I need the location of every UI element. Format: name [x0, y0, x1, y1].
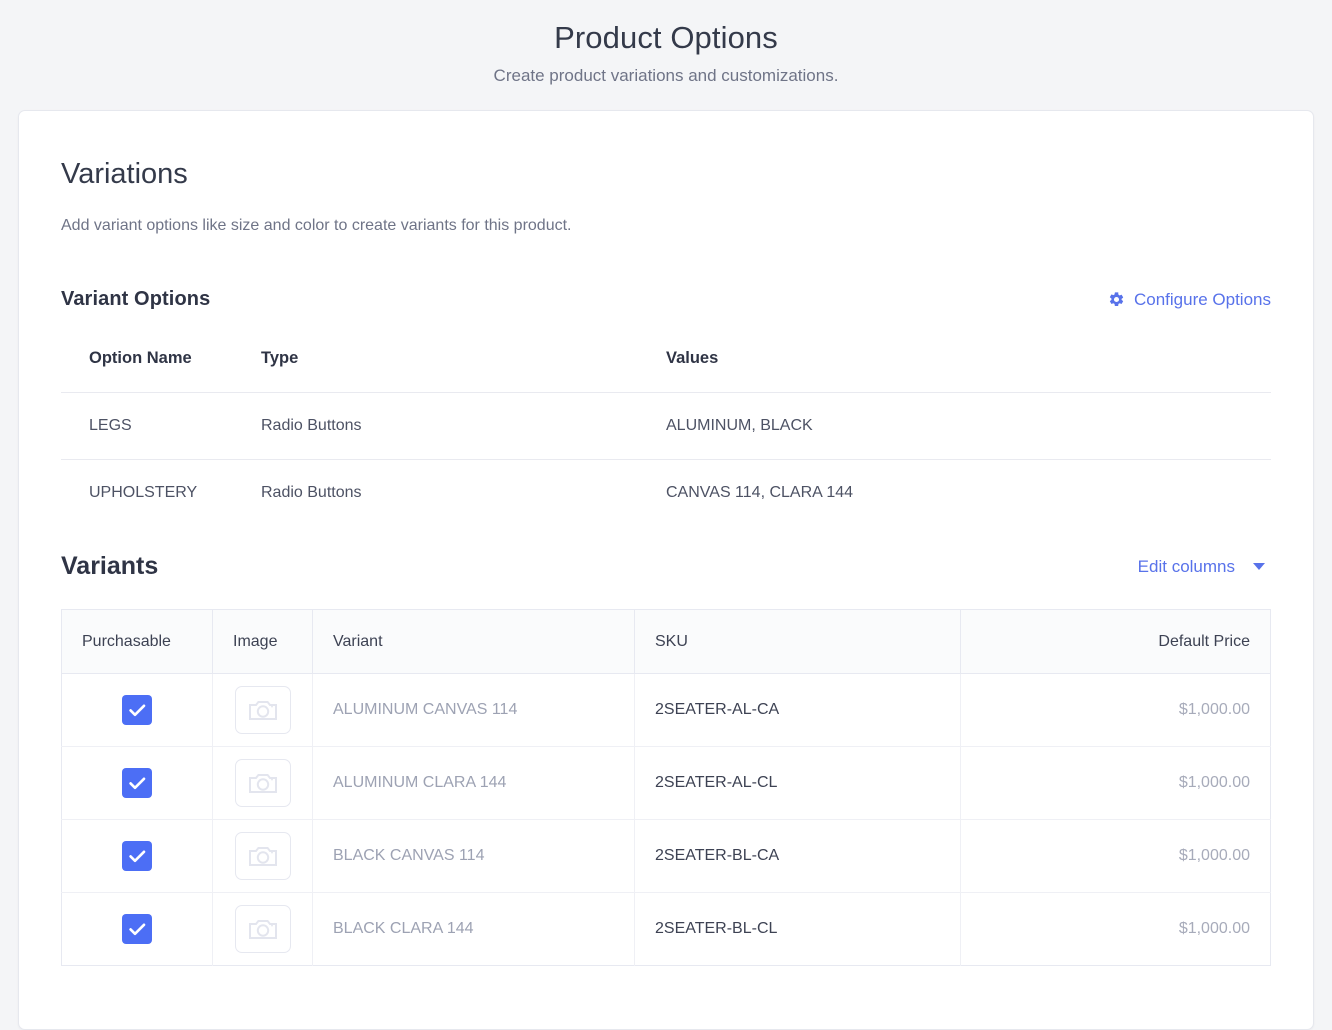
option-name: LEGS — [61, 392, 261, 460]
variant-options-header: Variant Options Configure Options — [61, 288, 1271, 311]
edit-columns-label: Edit columns — [1137, 556, 1235, 576]
variants-col-image: Image — [212, 609, 313, 674]
variant-price: $1,000.00 — [960, 819, 1271, 893]
options-col-type: Type — [261, 349, 666, 393]
variant-price: $1,000.00 — [960, 673, 1271, 747]
variant-name: BLACK CLARA 144 — [312, 892, 635, 966]
purchasable-checkbox[interactable] — [122, 695, 152, 725]
purchasable-cell — [61, 819, 213, 893]
purchasable-checkbox[interactable] — [122, 841, 152, 871]
purchasable-cell — [61, 673, 213, 747]
option-type: Radio Buttons — [261, 392, 666, 460]
option-values: ALUMINUM, BLACK — [666, 392, 1271, 460]
table-row[interactable]: BLACK CLARA 144 2SEATER-BL-CL $1,000.00 — [61, 892, 1271, 966]
camera-icon[interactable] — [234, 832, 291, 880]
image-cell — [212, 746, 313, 820]
variants-table: Purchasable Image Variant SKU Default Pr… — [61, 609, 1271, 966]
purchasable-checkbox[interactable] — [122, 768, 152, 798]
section-description: Add variant options like size and color … — [61, 217, 572, 234]
table-row[interactable]: BLACK CANVAS 114 2SEATER-BL-CA $1,000.00 — [61, 819, 1271, 893]
variants-col-variant: Variant — [312, 609, 635, 674]
page-title: Product Options — [554, 20, 778, 55]
variant-price: $1,000.00 — [1178, 920, 1250, 937]
variant-name: BLACK CANVAS 114 — [312, 819, 635, 893]
purchasable-checkbox[interactable] — [122, 914, 152, 944]
variants-header: Variants Edit columns — [61, 552, 1271, 581]
variant-name: ALUMINUM CANVAS 114 — [312, 673, 635, 747]
table-row[interactable]: ALUMINUM CANVAS 114 2SEATER-AL-CA $1,000… — [61, 673, 1271, 747]
variants-title: Variants — [61, 552, 159, 580]
variants-col-default-price: Default Price — [960, 609, 1271, 674]
image-cell — [212, 892, 313, 966]
options-col-option-name: Option Name — [61, 349, 261, 393]
variants-col-sku: SKU — [634, 609, 961, 674]
table-row[interactable]: UPHOLSTERY Radio Buttons CANVAS 114, CLA… — [61, 460, 1271, 527]
image-cell — [212, 819, 313, 893]
variant-price: $1,000.00 — [960, 746, 1271, 820]
variant-options-table: Option Name Type Values LEGS Radio Butto… — [61, 349, 1271, 526]
camera-icon[interactable] — [234, 686, 291, 734]
page-subtitle: Create product variations and customizat… — [493, 66, 839, 85]
option-type: Radio Buttons — [261, 484, 362, 501]
variants-header-row: Purchasable Image Variant SKU Default Pr… — [61, 609, 1271, 674]
variant-options-title: Variant Options — [61, 288, 211, 310]
options-header-row: Option Name Type Values — [61, 349, 1271, 393]
configure-options-button[interactable]: Configure Options — [1108, 289, 1271, 311]
configure-options-label: Configure Options — [1133, 289, 1271, 309]
purchasable-cell — [61, 746, 213, 820]
edit-columns-dropdown[interactable]: Edit columns — [1138, 556, 1271, 578]
options-col-values: Values — [666, 349, 1271, 393]
variant-sku: 2SEATER-AL-CL — [634, 746, 961, 820]
table-row[interactable]: LEGS Radio Buttons ALUMINUM, BLACK — [61, 392, 1271, 460]
variant-name: ALUMINUM CLARA 144 — [312, 746, 635, 820]
variants-col-purchasable: Purchasable — [61, 609, 213, 674]
variants-table-body: ALUMINUM CANVAS 114 2SEATER-AL-CA $1,000… — [61, 673, 1271, 966]
chevron-down-icon — [1253, 563, 1265, 570]
option-name: UPHOLSTERY — [89, 484, 198, 501]
variant-sku: 2SEATER-BL-CA — [634, 819, 961, 893]
variant-sku: 2SEATER-BL-CL — [634, 892, 961, 966]
camera-icon[interactable] — [234, 905, 291, 953]
variations-card: Variations Add variant options like size… — [18, 110, 1314, 1030]
variant-sku: 2SEATER-AL-CA — [634, 673, 961, 747]
page-header: Product Options Create product variation… — [0, 0, 1332, 90]
image-cell — [212, 673, 313, 747]
purchasable-cell — [61, 892, 213, 966]
gear-icon — [1108, 291, 1125, 308]
section-heading-variations: Variations — [61, 158, 188, 190]
option-values: CANVAS 114, CLARA 144 — [666, 484, 854, 501]
table-row[interactable]: ALUMINUM CLARA 144 2SEATER-AL-CL $1,000.… — [61, 746, 1271, 820]
camera-icon[interactable] — [234, 759, 291, 807]
